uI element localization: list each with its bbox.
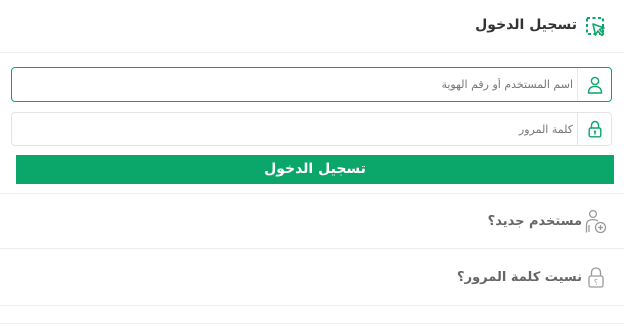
divider [0,305,624,306]
password-field [11,112,612,146]
forgot-password-label: نسيت كلمة المرور؟ [457,270,582,285]
new-user-link[interactable]: مستخدم جديد؟ [0,202,624,242]
password-input[interactable] [12,113,577,145]
username-input[interactable] [12,68,577,101]
user-icon [577,68,611,101]
lock-icon [577,113,611,145]
divider [0,193,624,194]
login-panel: تسجيل الدخول تسجيل الدخول [0,0,624,325]
new-user-label: مستخدم جديد؟ [487,214,582,229]
panel-header: تسجيل الدخول [0,0,624,53]
add-user-icon [585,209,607,235]
login-cursor-icon [585,16,607,38]
forgot-password-link[interactable]: ؟ نسيت كلمة المرور؟ [0,258,624,298]
username-field [11,67,612,102]
lock-question-icon: ؟ [585,266,607,292]
page-title: تسجيل الدخول [475,17,577,33]
divider [0,248,624,249]
divider [0,323,624,324]
login-button[interactable]: تسجيل الدخول [16,155,614,184]
svg-text:؟: ؟ [594,278,598,287]
